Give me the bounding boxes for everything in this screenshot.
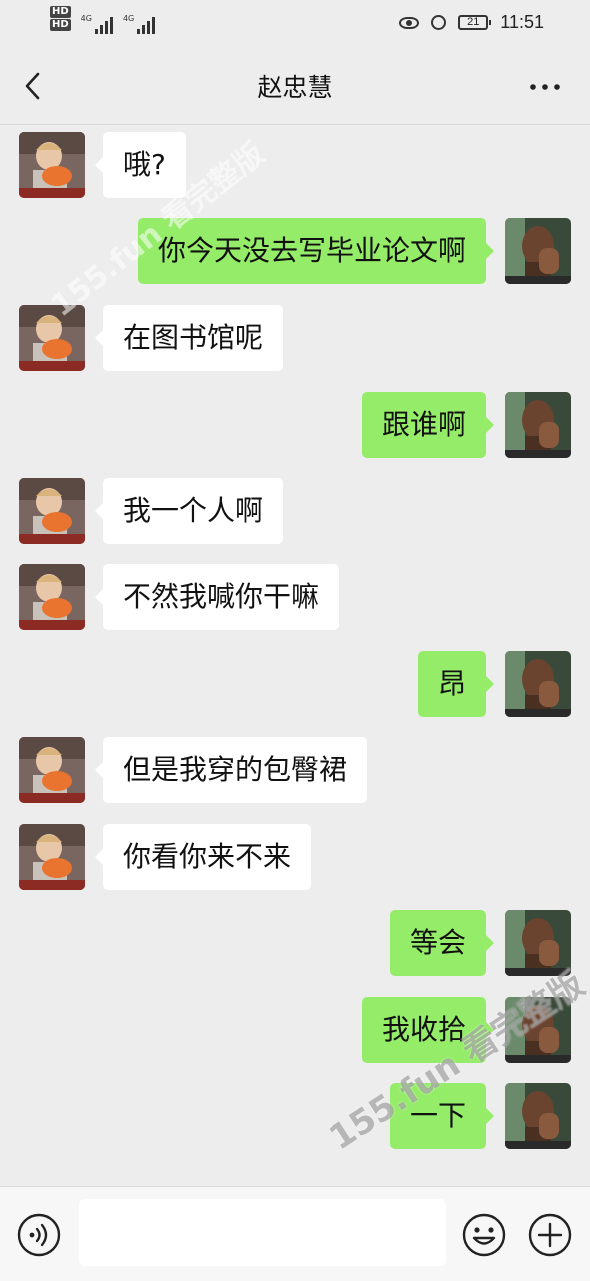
chat-title: 赵忠慧 [257,73,333,102]
more-functions-plus-icon[interactable] [528,1213,572,1257]
message-bubble[interactable]: 在图书馆呢 [94,305,284,371]
message-bubble[interactable]: 你看你来不来 [94,824,312,890]
hd-badge-2: HD [50,19,71,31]
my-avatar[interactable] [505,1083,571,1149]
header-divider [0,124,590,125]
my-avatar[interactable] [505,997,571,1063]
battery-icon: 21 [458,15,492,30]
network-type-2: 4G [122,14,135,23]
clock: 11:51 [500,12,544,32]
message-bubble[interactable]: 不然我喊你干嘛 [94,564,340,630]
signal-icon-2: 4G [122,14,156,34]
contact-avatar[interactable] [19,305,85,371]
contact-avatar[interactable] [19,132,85,198]
message-input[interactable] [79,1199,446,1266]
my-avatar[interactable] [505,651,571,717]
message-bubble[interactable]: 等会 [389,910,495,976]
contact-avatar[interactable] [19,737,85,803]
status-bar: HD HD 4G 4G 21 11:51 [0,0,590,48]
input-toolbar [0,1186,590,1281]
message-bubble[interactable]: 但是我穿的包臀裙 [94,737,368,803]
contact-avatar[interactable] [19,478,85,544]
my-avatar[interactable] [505,910,571,976]
contact-avatar[interactable] [19,824,85,890]
emoji-icon[interactable] [462,1213,506,1257]
network-status: HD HD 4G 4G [50,6,156,34]
chat-header: 赵忠慧 [0,48,590,124]
message-bubble[interactable]: 昂 [417,651,495,717]
contact-avatar[interactable] [19,564,85,630]
voice-input-icon[interactable] [17,1213,61,1257]
message-bubble[interactable]: 我收拾 [361,997,495,1063]
signal-icon-1: 4G [81,14,113,34]
eye-comfort-icon [399,16,420,29]
message-bubble[interactable]: 我一个人啊 [94,478,284,544]
hd-badge-1: HD [50,6,71,18]
my-avatar[interactable] [505,392,571,458]
network-type-1: 4G [80,14,92,23]
message-bubble[interactable]: 哦? [95,132,186,198]
alarm-icon [431,15,447,30]
message-bubble[interactable]: 跟谁啊 [361,392,495,458]
more-options-icon[interactable] [530,84,560,90]
my-avatar[interactable] [505,218,571,284]
message-bubble[interactable]: 一下 [389,1083,495,1149]
message-bubble[interactable]: 你今天没去写毕业论文啊 [137,218,495,284]
